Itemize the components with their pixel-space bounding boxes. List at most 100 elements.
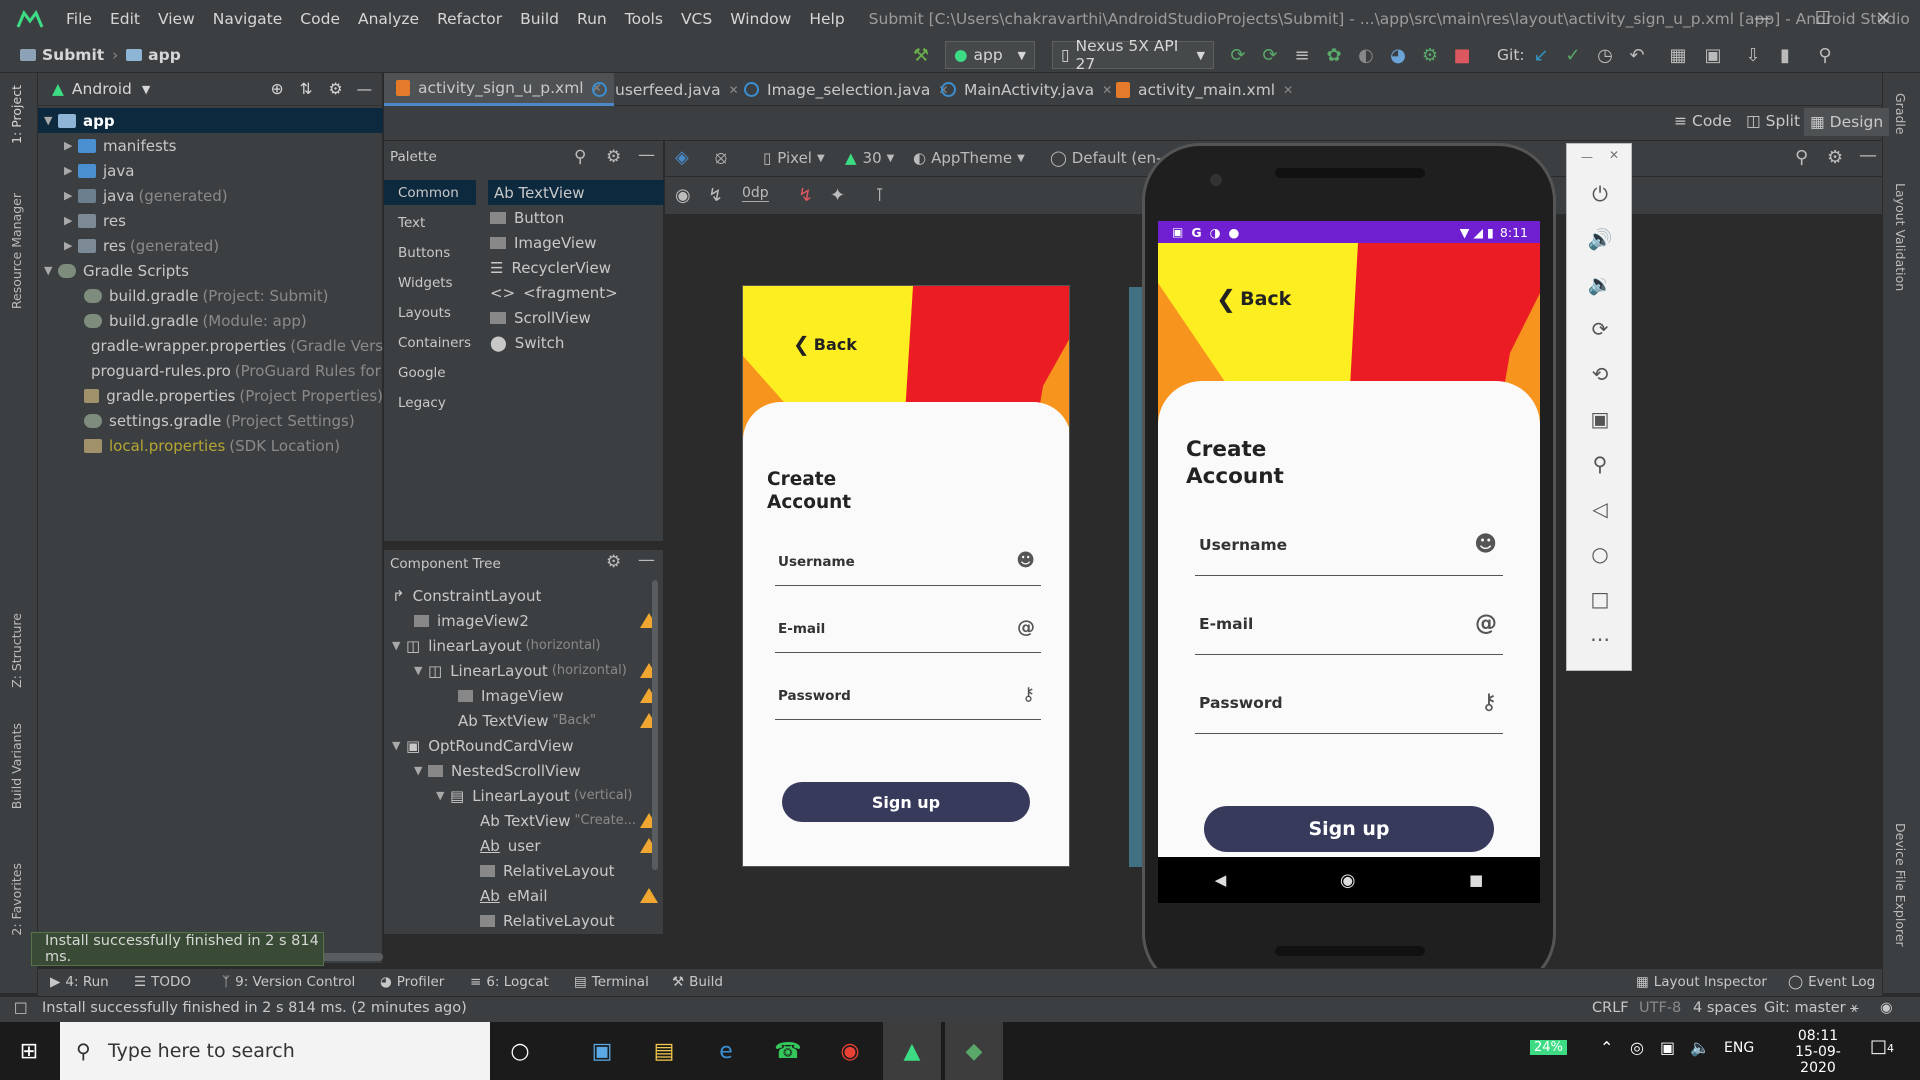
attach-android-icon[interactable]: ⚙ (1417, 42, 1443, 68)
tab-userfeed-java[interactable]: userfeed.java ✕ (592, 73, 739, 106)
overview-icon[interactable]: □ (1567, 587, 1633, 611)
tree-item-java[interactable]: ▶ java (38, 158, 383, 183)
rotate-left-icon[interactable]: ⟳ (1567, 317, 1633, 341)
menu-help[interactable]: Help (809, 10, 844, 28)
menu-edit[interactable]: Edit (110, 10, 140, 28)
tool-tab-layout-inspector[interactable]: ▦ Layout Inspector (1636, 974, 1767, 990)
inspector-icon[interactable]: ◉ (1880, 1000, 1893, 1016)
task-view-icon[interactable]: ○ (491, 1022, 549, 1080)
tree-item-gradle-wrapper[interactable]: gradle-wrapper.properties (Gradle Versio (38, 333, 396, 358)
taskbar-search-box[interactable]: ⚲ Type here to search (60, 1022, 490, 1080)
guidelines-icon[interactable]: ⊺ (875, 185, 884, 206)
palette-item-fragment[interactable]: <> <fragment> (490, 280, 618, 305)
hide-panel-icon[interactable]: — (638, 550, 655, 570)
palette-category-legacy[interactable]: Legacy (384, 390, 476, 415)
palette-category-layouts[interactable]: Layouts (384, 300, 476, 325)
vertical-scrollbar[interactable] (652, 580, 658, 870)
username-field[interactable]: Username ☻ (775, 550, 1041, 586)
palette-category-google[interactable]: Google (384, 360, 476, 385)
tool-tab-layout-validation[interactable]: Layout Validation (1893, 183, 1908, 291)
sdk-manager-icon[interactable]: ⇩ (1740, 42, 1766, 68)
password-field[interactable]: Password ⚷ (775, 684, 1041, 720)
git-commit-icon[interactable]: ✓ (1560, 42, 1586, 68)
maximize-icon[interactable]: ☐ (1793, 0, 1853, 37)
collapse-all-icon[interactable]: ⇅ (300, 80, 313, 98)
component-relativelayout-1[interactable]: RelativeLayout (480, 858, 614, 883)
more-icon[interactable]: ⋯ (1567, 627, 1633, 651)
menu-code[interactable]: Code (300, 10, 340, 28)
menu-window[interactable]: Window (730, 10, 791, 28)
expand-arrow-icon[interactable]: ▶ (64, 139, 78, 152)
expand-arrow-icon[interactable]: ▼ (392, 639, 406, 652)
gear-icon[interactable]: ⚙ (1827, 147, 1843, 168)
toggle-tool-windows-icon[interactable]: □ (14, 1000, 28, 1016)
tree-item-app[interactable]: ▼ app (38, 108, 383, 133)
battery-indicator[interactable]: 24% (1530, 1040, 1567, 1055)
apply-changes-icon[interactable]: ⟳ (1225, 42, 1251, 68)
tree-item-local-properties[interactable]: local.properties (SDK Location) (38, 433, 383, 458)
menu-run[interactable]: Run (577, 10, 607, 28)
component-user[interactable]: Ab user (480, 833, 541, 858)
camera-icon[interactable]: ▣ (1567, 407, 1633, 431)
language-indicator[interactable]: ENG (1724, 1040, 1754, 1056)
nav-back-icon[interactable]: ◀ (1215, 871, 1227, 889)
chrome-icon[interactable]: ◉ (821, 1022, 879, 1080)
close-emulator-icon[interactable]: ✕ (1609, 148, 1619, 162)
tool-tab-build[interactable]: ⚒ Build (672, 974, 723, 990)
breadcrumb-module[interactable]: app (126, 46, 181, 64)
back-icon[interactable]: ◁ (1567, 497, 1633, 521)
clear-constraints-icon[interactable]: ↯ (798, 185, 813, 206)
line-separator[interactable]: CRLF (1592, 1000, 1629, 1016)
palette-category-buttons[interactable]: Buttons (384, 240, 476, 265)
component-constraintlayout[interactable]: ↱ ConstraintLayout (392, 583, 541, 608)
email-field[interactable]: E-mail @ (1195, 611, 1503, 655)
tool-tab-build-variants[interactable]: Build Variants (9, 723, 24, 809)
menu-navigate[interactable]: Navigate (213, 10, 283, 28)
close-icon[interactable]: ✕ (1853, 0, 1913, 37)
menu-vcs[interactable]: VCS (681, 10, 712, 28)
autoconnect-icon[interactable]: ↯ (708, 185, 723, 206)
layers-icon[interactable]: ◈ (675, 147, 689, 168)
component-textview-back[interactable]: Ab TextView "Back" (458, 708, 596, 733)
file-explorer-icon[interactable]: ▤ (635, 1022, 693, 1080)
infer-constraints-icon[interactable]: ✦ (830, 185, 845, 206)
breadcrumb-project[interactable]: Submit (20, 46, 104, 64)
component-linearlayout-inner[interactable]: ▼ ◫ LinearLayout (horizontal) (414, 658, 627, 683)
search-icon[interactable]: ⚲ (574, 147, 586, 167)
tool-tab-version-control[interactable]: ᛉ 9: Version Control (222, 974, 355, 990)
expand-arrow-icon[interactable]: ▼ (392, 739, 406, 752)
lock-icon[interactable]: ⚹ (1850, 1000, 1859, 1016)
tool-tab-event-log[interactable]: ◯ Event Log (1788, 974, 1875, 990)
hide-panel-icon[interactable]: — (357, 80, 373, 98)
tree-item-build-gradle-module[interactable]: build.gradle (Module: app) (38, 308, 383, 333)
device-preview-select[interactable]: ▯ Pixel ▼ (763, 149, 825, 167)
palette-item-switch[interactable]: ⬤ Switch (490, 330, 564, 355)
expand-arrow-icon[interactable]: ▼ (436, 789, 450, 802)
project-structure-icon[interactable]: ▦ (1665, 42, 1691, 68)
close-tab-icon[interactable]: ✕ (1283, 83, 1293, 97)
tool-tab-todo[interactable]: ☰ TODO (134, 974, 191, 990)
expand-arrow-icon[interactable]: ▼ (44, 264, 58, 277)
indent-setting[interactable]: 4 spaces (1693, 1000, 1757, 1016)
tool-tab-structure[interactable]: Z: Structure (9, 613, 24, 688)
orientation-icon[interactable]: ⦻ (715, 147, 727, 168)
whatsapp-icon[interactable]: ☎ (759, 1022, 817, 1080)
tool-tab-profiler[interactable]: ◕ Profiler (380, 974, 444, 990)
menu-view[interactable]: View (158, 10, 195, 28)
power-icon[interactable]: ⏻ (1567, 182, 1633, 206)
status-message[interactable]: Install successfully finished in 2 s 814… (42, 1000, 467, 1016)
tree-item-proguard[interactable]: proguard-rules.pro (ProGuard Rules for ap (38, 358, 404, 383)
view-mode-split[interactable]: ◫ Split (1746, 112, 1800, 130)
expand-arrow-icon[interactable]: ▼ (414, 664, 428, 677)
nav-home-icon[interactable]: ◉ (1340, 870, 1356, 891)
warning-icon[interactable] (640, 888, 658, 903)
edge-icon[interactable]: e (697, 1022, 755, 1080)
component-linearlayout-horizontal[interactable]: ▼ ◫ linearLayout (horizontal) (392, 633, 601, 658)
device-manager-icon[interactable]: ▮ (1772, 42, 1798, 68)
palette-category-widgets[interactable]: Widgets (384, 270, 476, 295)
tree-item-settings-gradle[interactable]: settings.gradle (Project Settings) (38, 408, 383, 433)
device-select[interactable]: ▯ Nexus 5X API 27 ▼ (1052, 37, 1214, 73)
close-tab-icon[interactable]: ✕ (1102, 83, 1112, 97)
search-everywhere-icon[interactable]: ⚲ (1812, 42, 1838, 68)
password-field[interactable]: Password ⚷ (1195, 690, 1503, 734)
